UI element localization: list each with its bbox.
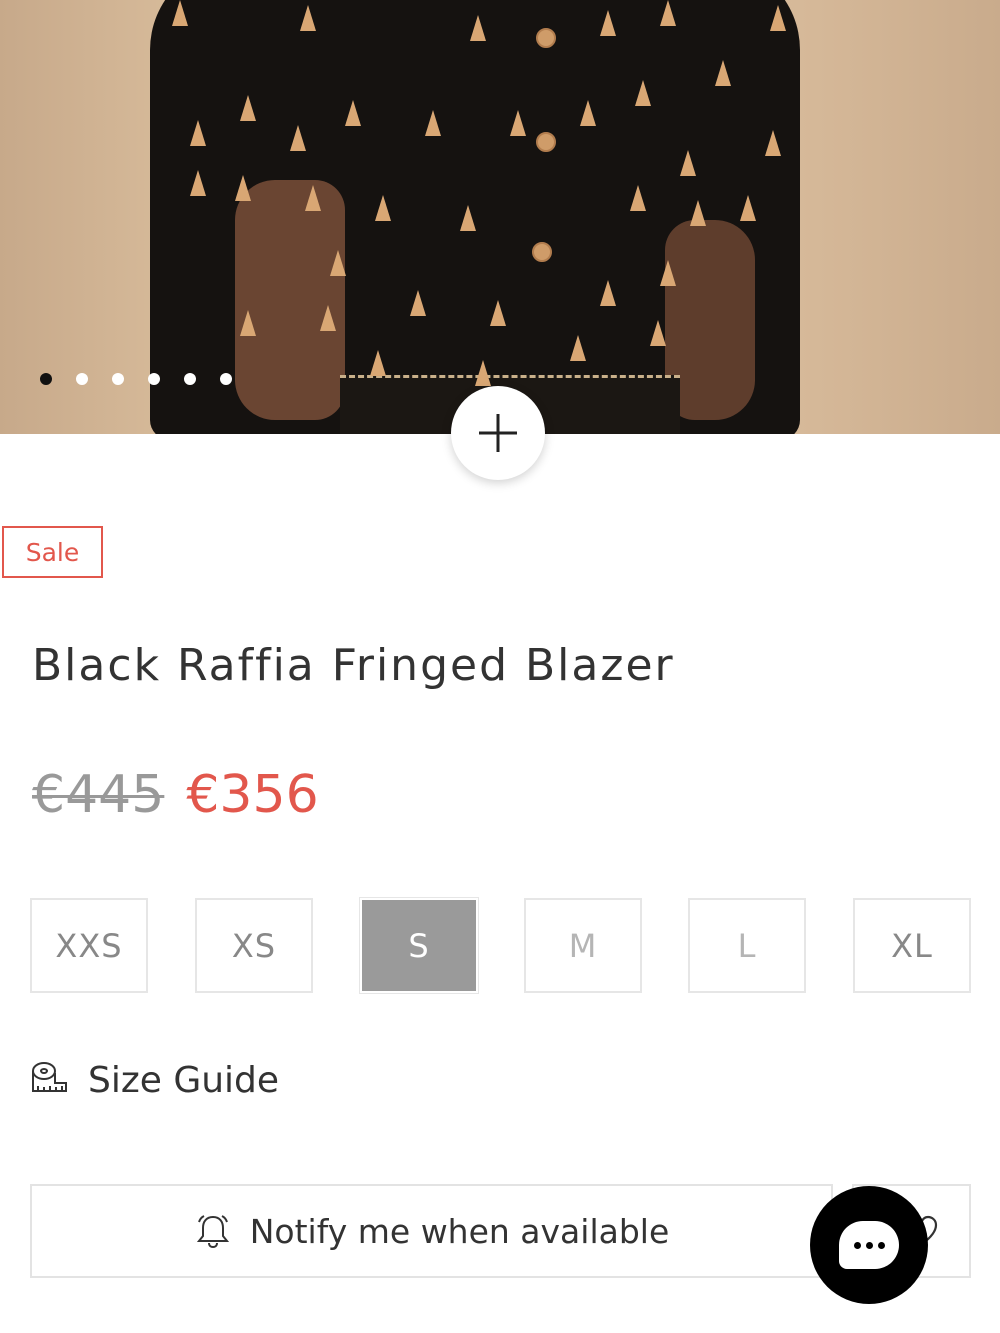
tassel-decoration	[470, 15, 486, 41]
tassel-decoration	[240, 95, 256, 121]
tassel-decoration	[660, 260, 676, 286]
sale-price: €356	[186, 765, 319, 825]
notify-me-button[interactable]: Notify me when available	[30, 1184, 833, 1278]
button-decoration	[532, 242, 552, 262]
tassel-decoration	[370, 350, 386, 376]
size-option-m[interactable]: M	[524, 898, 642, 993]
gallery-dot[interactable]	[112, 373, 124, 385]
tassel-decoration	[330, 250, 346, 276]
size-guide-label: Size Guide	[88, 1060, 280, 1101]
button-decoration	[536, 28, 556, 48]
gallery-dot[interactable]	[76, 373, 88, 385]
tassel-decoration	[630, 185, 646, 211]
measuring-tape-icon	[32, 1061, 67, 1092]
chat-bubble-icon	[839, 1221, 899, 1269]
tassel-decoration	[600, 280, 616, 306]
tassel-decoration	[490, 300, 506, 326]
gallery-dot[interactable]	[220, 373, 232, 385]
price-block: €445 €356	[32, 765, 319, 825]
tassel-decoration	[320, 305, 336, 331]
plus-icon	[479, 414, 517, 452]
tassel-decoration	[570, 335, 586, 361]
tassel-decoration	[235, 175, 251, 201]
product-photo-arm-left	[235, 180, 345, 420]
gallery-dot[interactable]	[40, 373, 52, 385]
gallery-dot[interactable]	[148, 373, 160, 385]
tassel-decoration	[375, 195, 391, 221]
tassel-decoration	[510, 110, 526, 136]
size-option-xl[interactable]: XL	[853, 898, 971, 993]
notify-me-label: Notify me when available	[249, 1211, 670, 1251]
tassel-decoration	[190, 120, 206, 146]
tassel-decoration	[770, 5, 786, 31]
tassel-decoration	[290, 125, 306, 151]
chat-button[interactable]	[810, 1186, 928, 1304]
product-title: Black Raffia Fringed Blazer	[32, 640, 675, 691]
tassel-decoration	[765, 130, 781, 156]
size-option-l[interactable]: L	[688, 898, 806, 993]
tassel-decoration	[690, 200, 706, 226]
tassel-decoration	[172, 0, 188, 26]
tassel-decoration	[475, 360, 491, 386]
size-guide-link[interactable]: Size Guide	[30, 1060, 279, 1101]
size-option-xs[interactable]: XS	[195, 898, 313, 993]
tassel-decoration	[680, 150, 696, 176]
gallery-pagination[interactable]	[40, 373, 232, 385]
gallery-dot[interactable]	[184, 373, 196, 385]
tassel-decoration	[345, 100, 361, 126]
tassel-decoration	[635, 80, 651, 106]
tassel-decoration	[425, 110, 441, 136]
tassel-decoration	[600, 10, 616, 36]
tassel-decoration	[580, 100, 596, 126]
tassel-decoration	[650, 320, 666, 346]
button-decoration	[536, 132, 556, 152]
product-image-gallery[interactable]	[0, 0, 1000, 434]
tassel-decoration	[660, 0, 676, 26]
zoom-button[interactable]	[451, 386, 545, 480]
original-price: €445	[32, 765, 165, 825]
size-option-xxs[interactable]: XXS	[30, 898, 148, 993]
tassel-decoration	[740, 195, 756, 221]
tassel-decoration	[410, 290, 426, 316]
sale-badge: Sale	[2, 526, 103, 578]
tassel-decoration	[300, 5, 316, 31]
tassel-decoration	[190, 170, 206, 196]
tassel-decoration	[460, 205, 476, 231]
tassel-decoration	[305, 185, 321, 211]
size-selector: XXS XS S M L XL	[30, 897, 971, 994]
tassel-decoration	[715, 60, 731, 86]
size-option-s[interactable]: S	[359, 897, 479, 994]
tassel-decoration	[240, 310, 256, 336]
bell-icon	[196, 1215, 229, 1249]
